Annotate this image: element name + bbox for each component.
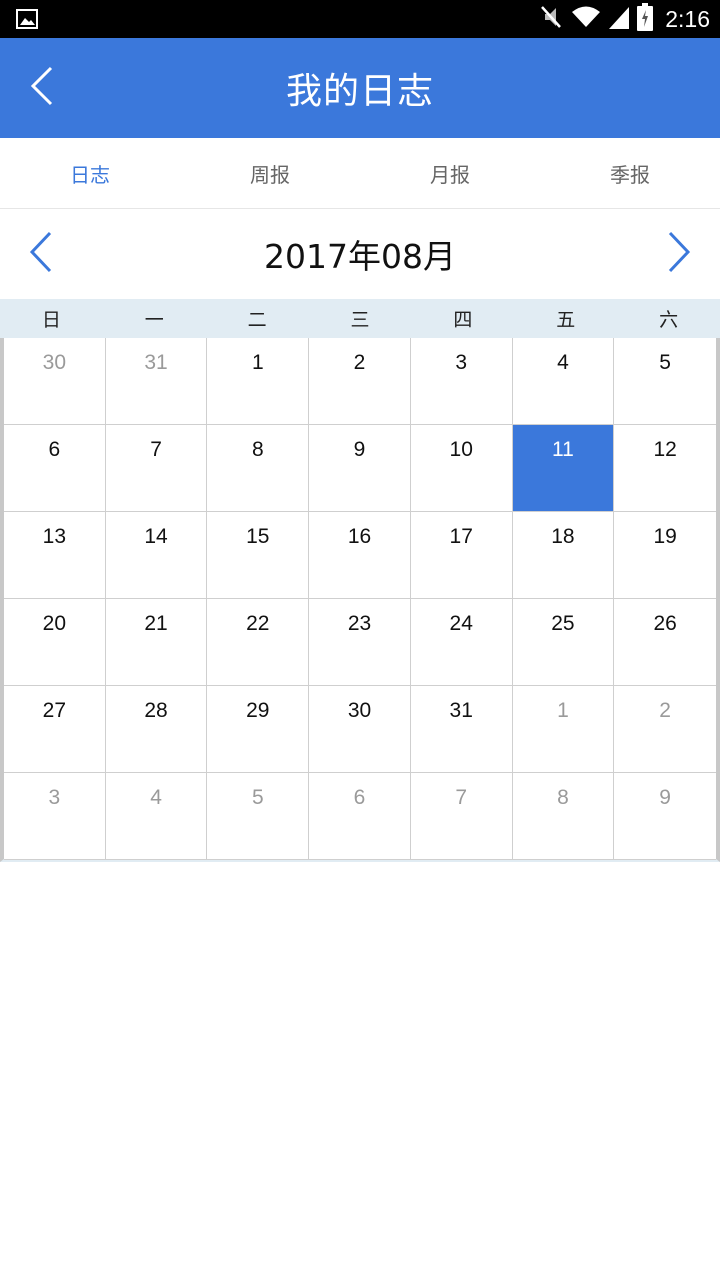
calendar-day[interactable]: 2 — [309, 338, 411, 425]
weekday-label: 一 — [144, 309, 164, 331]
calendar-day[interactable]: 7 — [410, 773, 513, 860]
page-title: 我的日志 — [285, 71, 434, 112]
calendar-day[interactable]: 21 — [105, 599, 208, 686]
battery-icon — [637, 3, 654, 35]
previous-month-button[interactable] — [18, 231, 64, 277]
calendar-day[interactable]: 30 — [309, 686, 411, 773]
calendar-day[interactable]: 5 — [614, 338, 716, 425]
calendar-day[interactable]: 3 — [4, 773, 106, 860]
calendar-day[interactable]: 17 — [410, 512, 513, 599]
calendar-day[interactable]: 29 — [207, 686, 310, 773]
weekday-label: 三 — [350, 309, 370, 331]
chevron-left-icon — [28, 230, 54, 278]
month-navigator: 2017年08月 — [0, 209, 720, 299]
gallery-icon — [16, 9, 38, 33]
tab-weekly-report[interactable]: 周报 — [180, 138, 360, 208]
calendar-day[interactable]: 24 — [410, 599, 513, 686]
weekday-label: 二 — [247, 309, 267, 331]
calendar-day[interactable]: 10 — [410, 425, 513, 512]
weekday-label: 四 — [453, 309, 473, 331]
calendar-day[interactable]: 1 — [512, 686, 615, 773]
calendar-day[interactable]: 5 — [207, 773, 310, 860]
calendar-grid: 30 31 1 2 3 4 5 6 7 8 9 10 11 12 13 14 15 16 17 18 19 20 21 22 2… — [0, 338, 720, 862]
calendar-day[interactable]: 13 — [4, 512, 106, 599]
calendar-day[interactable]: 23 — [309, 599, 411, 686]
calendar-day[interactable]: 3 — [410, 338, 513, 425]
chevron-right-icon — [666, 230, 692, 278]
weekday-header: 日 一 二 三 四 五 六 — [0, 299, 720, 338]
calendar-day[interactable]: 1 — [207, 338, 310, 425]
calendar-day[interactable]: 8 — [512, 773, 615, 860]
calendar-day[interactable]: 18 — [512, 512, 615, 599]
calendar-day[interactable]: 20 — [4, 599, 106, 686]
mute-icon — [539, 4, 563, 34]
calendar-day[interactable]: 22 — [207, 599, 310, 686]
calendar-day[interactable]: 16 — [309, 512, 411, 599]
app-header: 我的日志 — [0, 38, 720, 138]
calendar-day[interactable]: 28 — [105, 686, 208, 773]
tab-quarterly-report[interactable]: 季报 — [540, 138, 720, 208]
calendar-day[interactable]: 7 — [105, 425, 208, 512]
next-month-button[interactable] — [656, 231, 702, 277]
weekday-label: 五 — [556, 309, 576, 331]
calendar-day[interactable]: 8 — [207, 425, 310, 512]
calendar-day[interactable]: 25 — [512, 599, 615, 686]
calendar-day[interactable]: 4 — [512, 338, 615, 425]
tab-daily-log[interactable]: 日志 — [0, 138, 180, 208]
calendar-day[interactable]: 2 — [614, 686, 716, 773]
calendar-day[interactable]: 30 — [4, 338, 106, 425]
calendar-day[interactable]: 9 — [614, 773, 716, 860]
wifi-icon — [571, 5, 601, 33]
weekday-label: 日 — [41, 309, 61, 331]
calendar-day[interactable]: 6 — [309, 773, 411, 860]
calendar-day[interactable]: 31 — [410, 686, 513, 773]
calendar-day[interactable]: 4 — [105, 773, 208, 860]
clock: 2:16 — [665, 5, 710, 32]
calendar-day[interactable]: 27 — [4, 686, 106, 773]
signal-icon — [609, 5, 630, 33]
calendar-day[interactable]: 26 — [614, 599, 716, 686]
calendar-day[interactable]: 9 — [309, 425, 411, 512]
calendar-day[interactable]: 19 — [614, 512, 716, 599]
weekday-label: 六 — [659, 309, 679, 331]
calendar-day-selected[interactable]: 11 — [512, 425, 615, 512]
calendar-day[interactable]: 15 — [207, 512, 310, 599]
calendar-day[interactable]: 12 — [614, 425, 716, 512]
calendar-day[interactable]: 14 — [105, 512, 208, 599]
status-bar: 2:16 — [0, 0, 720, 38]
tab-monthly-report[interactable]: 月报 — [360, 138, 540, 208]
calendar-day[interactable]: 31 — [105, 338, 208, 425]
calendar-day[interactable]: 6 — [4, 425, 106, 512]
current-month-label: 2017年08月 — [264, 237, 456, 276]
report-tabs: 日志 周报 月报 季报 — [0, 138, 720, 209]
